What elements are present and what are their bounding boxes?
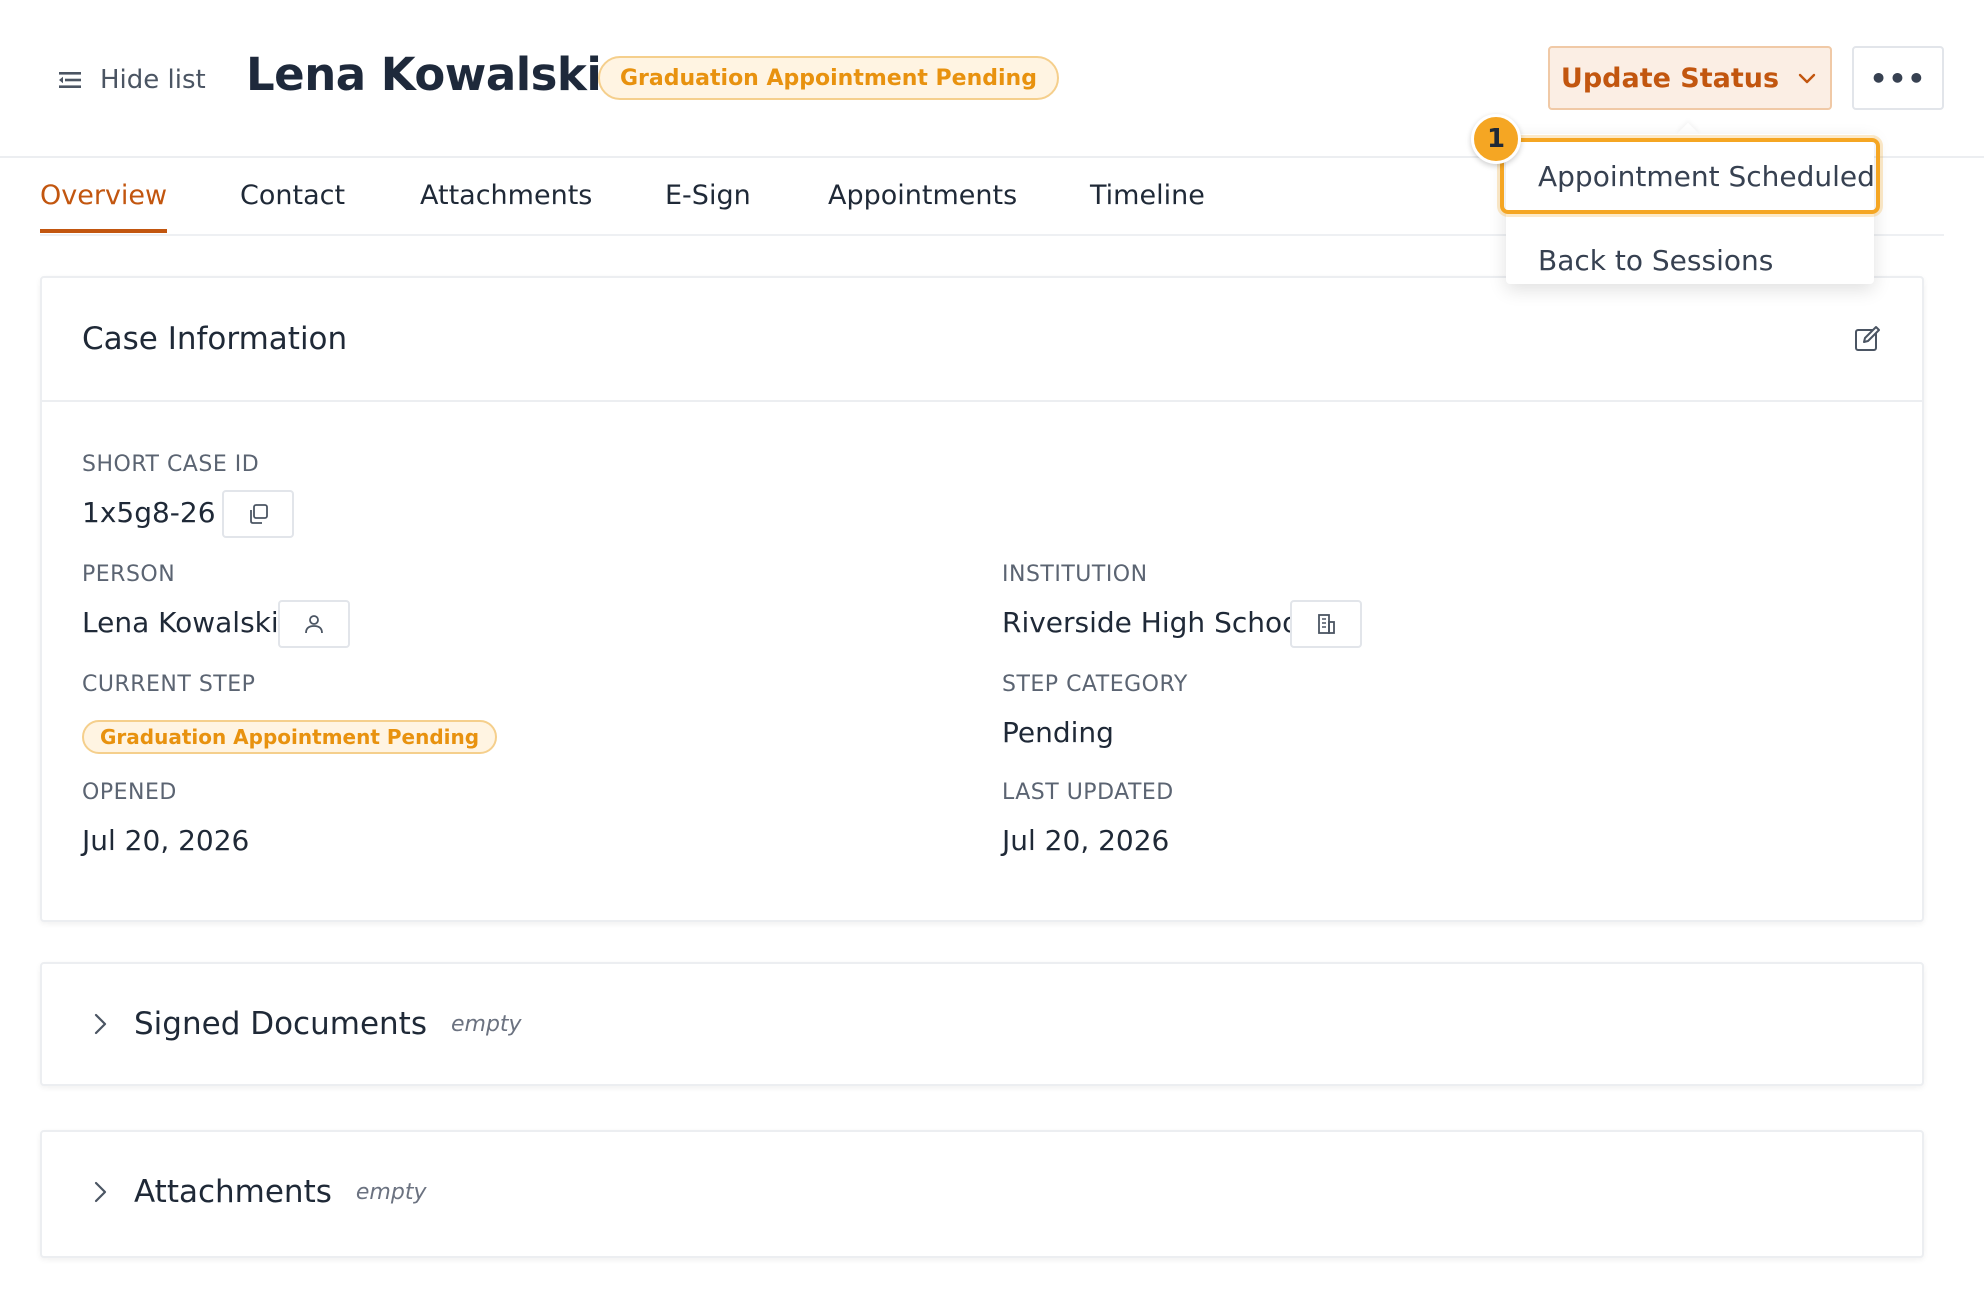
opened-value: Jul 20, 2026: [82, 824, 250, 857]
update-status-label: Update Status: [1560, 62, 1780, 94]
user-icon: [305, 615, 323, 634]
last-updated-value: Jul 20, 2026: [1002, 824, 1170, 857]
tab-contact[interactable]: Contact: [240, 180, 345, 229]
last-updated-label: LAST UPDATED: [1002, 780, 1174, 805]
chevron-down-icon: [1798, 73, 1816, 84]
tab-appointments[interactable]: Appointments: [828, 180, 1017, 229]
tab-overview[interactable]: Overview: [40, 180, 168, 233]
institution-label: INSTITUTION: [1002, 562, 1148, 587]
short-case-id-label: SHORT CASE ID: [82, 452, 260, 477]
step-category-label: STEP CATEGORY: [1002, 672, 1188, 697]
section-title: Attachments: [134, 1174, 332, 1210]
attachments-toggle[interactable]: Attachments empty: [42, 1132, 1922, 1252]
current-step-badge: Graduation Appointment Pending: [82, 720, 498, 754]
update-status-button[interactable]: Update Status: [1548, 46, 1832, 110]
view-person-button[interactable]: [278, 600, 350, 648]
chevron-right-icon: [94, 1013, 107, 1035]
tab-timeline[interactable]: Timeline: [1090, 180, 1205, 229]
signed-documents-toggle[interactable]: Signed Documents empty: [42, 964, 1922, 1084]
empty-indicator: empty: [450, 1011, 522, 1037]
hide-list-button[interactable]: Hide list: [56, 58, 206, 102]
tab-esign[interactable]: E-Sign: [665, 180, 751, 229]
menu-item-back-to-sessions[interactable]: Back to Sessions: [1506, 228, 1874, 292]
more-options-button[interactable]: •••: [1852, 46, 1944, 110]
status-badge: Graduation Appointment Pending: [598, 56, 1059, 100]
list-collapse-icon: [59, 72, 81, 88]
card-title: Case Information: [82, 321, 348, 357]
tab-attachments[interactable]: Attachments: [420, 180, 592, 229]
case-information-card: Case Information SHORT CASE ID 1x5g8-26 …: [40, 276, 1924, 922]
copy-icon: [250, 504, 268, 524]
short-case-id-value: 1x5g8-26: [82, 496, 216, 529]
signed-documents-card: Signed Documents empty: [40, 962, 1924, 1086]
copy-button[interactable]: [222, 490, 294, 538]
status-dropdown-menu: Appointment Scheduled Back to Sessions: [1500, 134, 1880, 284]
menu-item-appointment-scheduled[interactable]: Appointment Scheduled: [1500, 138, 1880, 214]
current-step-label: CURRENT STEP: [82, 672, 256, 697]
ellipsis-icon: •••: [1869, 61, 1927, 95]
institution-value: Riverside High School: [1002, 606, 1308, 639]
page-title: Lena Kowalski: [246, 48, 602, 101]
empty-indicator: empty: [355, 1179, 427, 1205]
edit-icon[interactable]: [1852, 324, 1882, 354]
view-institution-button[interactable]: [1290, 600, 1362, 648]
step-category-value: Pending: [1002, 716, 1114, 749]
hide-list-label: Hide list: [100, 65, 206, 95]
building-icon: [1318, 614, 1335, 634]
person-label: PERSON: [82, 562, 176, 587]
person-value: Lena Kowalski: [82, 606, 279, 639]
case-information-header: Case Information: [42, 278, 1922, 402]
step-marker: 1: [1471, 114, 1521, 164]
attachments-card: Attachments empty: [40, 1130, 1924, 1258]
opened-label: OPENED: [82, 780, 177, 805]
chevron-right-icon: [94, 1181, 107, 1203]
section-title: Signed Documents: [134, 1006, 427, 1042]
